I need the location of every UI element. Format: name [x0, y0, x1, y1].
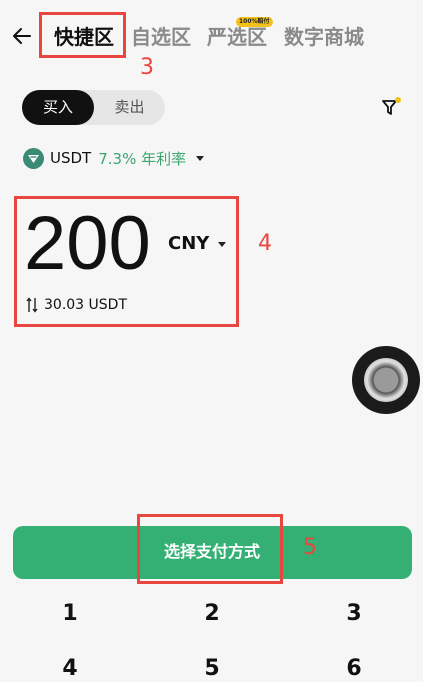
keypad-key-5[interactable]: 5	[197, 655, 227, 682]
back-arrow-icon[interactable]	[10, 24, 34, 48]
annotation-number-4: 4	[258, 231, 272, 256]
keypad-key-3[interactable]: 3	[339, 600, 369, 628]
tab-favorites-zone[interactable]: 自选区	[131, 23, 191, 51]
chevron-down-icon	[196, 155, 205, 161]
usdt-icon	[23, 147, 44, 169]
coin-name: USDT	[50, 149, 92, 167]
annotation-number-5: 5	[303, 535, 317, 560]
assistant-orb-icon	[364, 358, 408, 402]
guarantee-badge: 100%赔付	[236, 17, 273, 27]
annotation-box-5	[137, 514, 283, 584]
floating-assistant-button[interactable]	[352, 346, 420, 414]
keypad-key-1[interactable]: 1	[55, 600, 85, 628]
keypad-key-4[interactable]: 4	[55, 655, 85, 682]
coin-selector[interactable]: USDT 7.3% 年利率	[23, 146, 205, 170]
coin-rate: 7.3% 年利率	[98, 149, 187, 168]
sell-tab[interactable]: 卖出	[94, 90, 165, 125]
keypad-key-2[interactable]: 2	[197, 600, 227, 628]
annotation-box-4	[14, 196, 239, 327]
annotation-box-3	[39, 12, 126, 58]
annotation-number-3: 3	[140, 55, 154, 80]
buy-tab[interactable]: 买入	[22, 90, 94, 125]
tab-digital-mall[interactable]: 数字商城	[284, 23, 364, 51]
buy-sell-toggle: 买入 卖出	[22, 90, 165, 125]
filter-icon[interactable]	[380, 96, 402, 118]
keypad-key-6[interactable]: 6	[339, 655, 369, 682]
tab-selected-zone[interactable]: 严选区	[207, 23, 267, 51]
